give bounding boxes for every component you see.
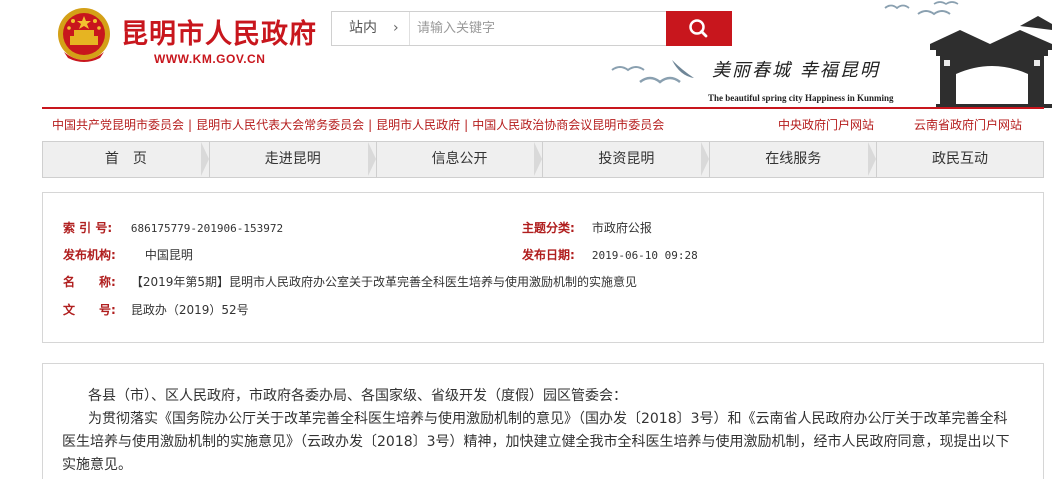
search-scope-label: 站内 bbox=[349, 20, 377, 36]
link-central-government-portal[interactable]: 中央政府门户网站 bbox=[778, 116, 874, 133]
national-emblem-icon bbox=[58, 8, 110, 62]
header-divider bbox=[42, 107, 1044, 109]
banner-image bbox=[611, 1, 1052, 108]
banner-slogan: 美丽春城 幸福昆明 bbox=[712, 60, 880, 81]
link-cppcc[interactable]: 中国人民政治协商会议昆明市委员会 bbox=[472, 118, 664, 132]
banner-slogan-english: The beautiful spring city Happiness in K… bbox=[708, 93, 894, 103]
body-paragraph-line: 实施意见。 bbox=[62, 457, 132, 473]
nav-item-interaction[interactable]: 政民互动 bbox=[877, 142, 1043, 177]
publisher-label: 发布机构: bbox=[63, 248, 116, 262]
nav-item-label: 首 页 bbox=[104, 151, 147, 167]
nav-item-invest[interactable]: 投资昆明 bbox=[543, 142, 711, 177]
nav-item-label: 走进昆明 bbox=[264, 151, 321, 167]
nav-arrow bbox=[534, 142, 543, 176]
left-links: 中国共产党昆明市委员会 | 昆明市人民代表大会常务委员会 | 昆明市人民政府 | 中国人民政… bbox=[52, 116, 664, 133]
nav-item-information-disclosure[interactable]: 信息公开 bbox=[377, 142, 544, 177]
category-row: 主题分类: 市政府公报 bbox=[522, 219, 652, 236]
link-municipal-government[interactable]: 昆明市人民政府 bbox=[376, 118, 460, 132]
doc-number-label: 文 号: bbox=[63, 303, 116, 317]
chevron-right-icon: › bbox=[393, 20, 399, 36]
nav-item-label: 在线服务 bbox=[765, 151, 822, 167]
link-peoples-congress[interactable]: 昆明市人民代表大会常务委员会 bbox=[196, 118, 364, 132]
salutation: 各县（市）、区人民政府，市政府各委办局、各国家级、省级开发（度假）园区管委会： bbox=[88, 388, 627, 404]
nav-item-online-services[interactable]: 在线服务 bbox=[710, 142, 878, 177]
body-paragraph-line: 为贯彻落实《国务院办公厅关于改革完善全科医生培养与使用激励机制的意见》（国办发〔… bbox=[88, 411, 1008, 427]
nav-arrow bbox=[200, 142, 209, 176]
nav-item-label: 信息公开 bbox=[431, 151, 488, 167]
nav-item-label: 政民互动 bbox=[932, 151, 989, 167]
nav-arrow bbox=[367, 142, 376, 176]
link-separator: | bbox=[368, 118, 373, 132]
publish-date-value: 2019-06-10 09:28 bbox=[591, 249, 698, 262]
index-number-label: 索 引 号: bbox=[63, 221, 113, 235]
publish-date-label: 发布日期: bbox=[522, 248, 575, 262]
document-metadata: 索 引 号: 686175779-201906-153972 主题分类: 市政府… bbox=[42, 192, 1044, 343]
index-number-value: 686175779-201906-153972 bbox=[130, 222, 284, 235]
title-value: 【2019年第5期】昆明市人民政府办公室关于改革完善全科医生培养与使用激励机制的… bbox=[130, 275, 638, 289]
link-yunnan-government-portal[interactable]: 云南省政府门户网站 bbox=[914, 116, 1022, 133]
doc-number-value: 昆政办（2019）52号 bbox=[130, 303, 249, 317]
title-row: 名 称: 【2019年第5期】昆明市人民政府办公室关于改革完善全科医生培养与使用… bbox=[63, 273, 637, 290]
link-separator: | bbox=[188, 118, 193, 132]
nav-arrow bbox=[701, 142, 710, 176]
site-header: 昆明市人民政府 WWW.KM.GOV.CN 站内 › 请输入关键字 美丽春城 幸… bbox=[0, 0, 1052, 108]
doc-number-row: 文 号: 昆政办（2019）52号 bbox=[63, 301, 249, 318]
search-scope-select[interactable]: 站内 › bbox=[332, 12, 410, 45]
publisher-row: 发布机构: 中国昆明 bbox=[63, 246, 193, 263]
nav-item-home[interactable]: 首 页 bbox=[43, 142, 210, 177]
nav-item-about-kunming[interactable]: 走进昆明 bbox=[210, 142, 377, 177]
title-label: 名 称: bbox=[63, 275, 116, 289]
index-number-row: 索 引 号: 686175779-201906-153972 bbox=[63, 219, 283, 236]
category-label: 主题分类: bbox=[522, 221, 575, 235]
top-link-bar: 中国共产党昆明市委员会 | 昆明市人民代表大会常务委员会 | 昆明市人民政府 | 中国人民政… bbox=[42, 112, 1044, 136]
nav-item-label: 投资昆明 bbox=[598, 151, 655, 167]
site-title[interactable]: 昆明市人民政府 bbox=[121, 12, 317, 51]
document-body: 各县（市）、区人民政府，市政府各委办局、各国家级、省级开发（度假）园区管委会： … bbox=[42, 363, 1044, 479]
body-paragraph-line: 医生培养与使用激励机制的实施意见》（云政办发〔2018〕3号）精神，加快建立健全… bbox=[62, 434, 1010, 450]
link-party-committee[interactable]: 中国共产党昆明市委员会 bbox=[52, 118, 184, 132]
category-value: 市政府公报 bbox=[591, 221, 652, 235]
main-nav: 首 页 走进昆明 信息公开 投资昆明 在线服务 政民互动 bbox=[42, 141, 1044, 178]
publisher-value: 中国昆明 bbox=[144, 248, 193, 262]
site-url[interactable]: WWW.KM.GOV.CN bbox=[154, 52, 265, 66]
nav-arrow bbox=[868, 142, 877, 176]
publish-date-row: 发布日期: 2019-06-10 09:28 bbox=[522, 246, 698, 263]
link-separator: | bbox=[464, 118, 469, 132]
